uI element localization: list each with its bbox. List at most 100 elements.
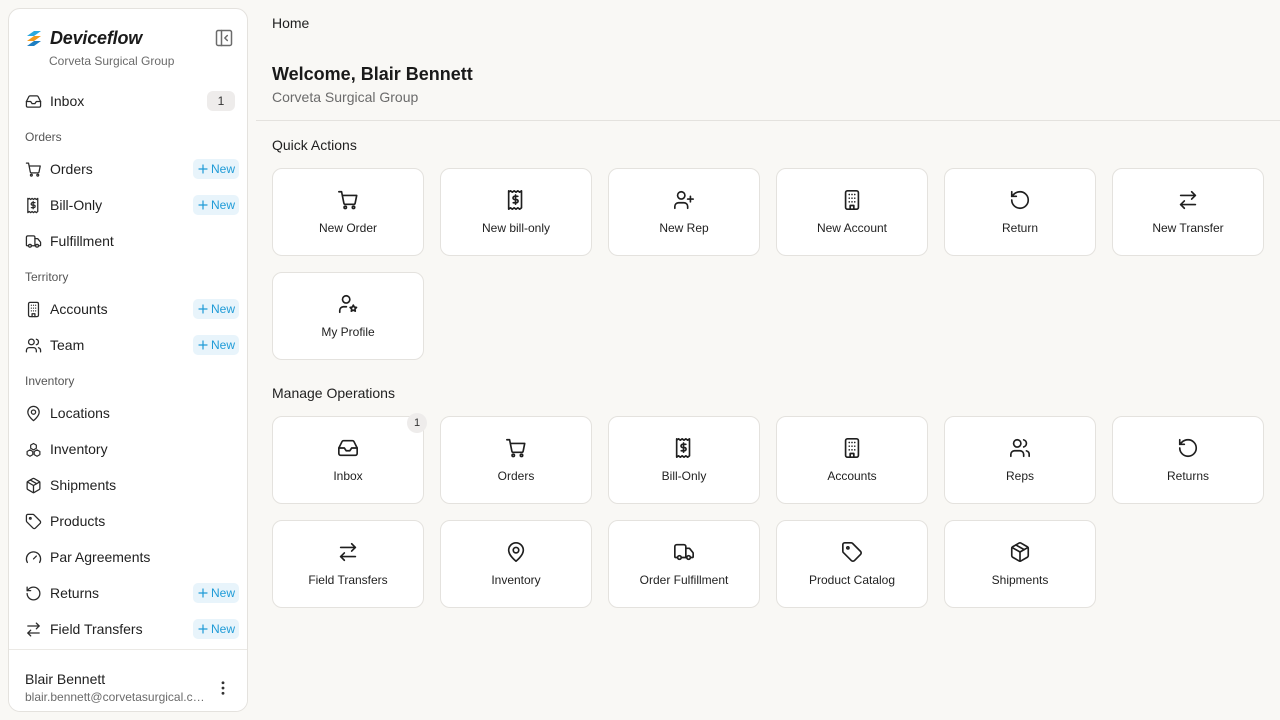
- package-icon: [1009, 541, 1031, 563]
- building-icon: [841, 189, 863, 211]
- plus-icon: [197, 587, 209, 599]
- more-vertical-icon[interactable]: [214, 679, 232, 697]
- user-name: Blair Bennett: [25, 671, 106, 687]
- manage-inventory[interactable]: Inventory: [440, 520, 592, 608]
- sidebar-item-label: Inbox: [50, 93, 85, 109]
- inbox-icon: [337, 437, 359, 459]
- new-field-transfer-button[interactable]: New: [192, 619, 239, 639]
- inbox-count-badge: 1: [207, 91, 235, 111]
- sidebar-item-fulfillment[interactable]: Fulfillment: [17, 225, 239, 257]
- rotate-ccw-icon: [1009, 189, 1031, 211]
- section-orders: Orders: [25, 130, 62, 144]
- sidebar-item-field-transfers[interactable]: Field Transfers New: [17, 613, 239, 645]
- manage-returns[interactable]: Returns: [1112, 416, 1264, 504]
- new-account-button[interactable]: New: [192, 299, 239, 319]
- boxes-icon: [25, 441, 42, 458]
- sidebar: Deviceflow Corveta Surgical Group Inbox …: [8, 8, 248, 712]
- deviceflow-logo-icon: [27, 31, 41, 46]
- manage-field-transfers[interactable]: Field Transfers: [272, 520, 424, 608]
- section-inventory: Inventory: [25, 374, 75, 388]
- building-icon: [841, 437, 863, 459]
- receipt-icon: [673, 437, 695, 459]
- new-bill-only-button[interactable]: New: [192, 195, 239, 215]
- manage-product-catalog[interactable]: Product Catalog: [776, 520, 928, 608]
- manage-operations-heading: Manage Operations: [272, 385, 395, 401]
- quick-action-new-order[interactable]: New Order: [272, 168, 424, 256]
- sidebar-item-par-agreements[interactable]: Par Agreements: [17, 541, 239, 573]
- quick-action-new-rep[interactable]: New Rep: [608, 168, 760, 256]
- users-icon: [1009, 437, 1031, 459]
- quick-action-new-bill-only[interactable]: New bill-only: [440, 168, 592, 256]
- rotate-ccw-icon: [25, 585, 42, 602]
- plus-icon: [197, 339, 209, 351]
- brand: Deviceflow: [25, 26, 142, 50]
- manage-orders[interactable]: Orders: [440, 416, 592, 504]
- sidebar-item-label: Returns: [50, 585, 100, 601]
- receipt-icon: [505, 189, 527, 211]
- sidebar-item-label: Bill-Only: [50, 197, 103, 213]
- truck-icon: [673, 541, 695, 563]
- collapse-sidebar-icon[interactable]: [214, 28, 234, 48]
- new-return-button[interactable]: New: [192, 583, 239, 603]
- sidebar-item-label: Shipments: [50, 477, 117, 493]
- manage-accounts[interactable]: Accounts: [776, 416, 928, 504]
- receipt-icon: [25, 197, 42, 214]
- sidebar-item-shipments[interactable]: Shipments: [17, 469, 239, 501]
- sidebar-item-label: Locations: [50, 405, 110, 421]
- sidebar-item-label: Team: [50, 337, 85, 353]
- manage-order-fulfillment[interactable]: Order Fulfillment: [608, 520, 760, 608]
- manage-inbox[interactable]: Inbox 1: [272, 413, 427, 504]
- app-name: Deviceflow: [50, 27, 143, 48]
- sidebar-item-locations[interactable]: Locations: [17, 397, 239, 429]
- sidebar-item-team[interactable]: Team New: [17, 329, 239, 361]
- sidebar-item-label: Accounts: [50, 301, 108, 317]
- sidebar-item-returns[interactable]: Returns New: [17, 577, 239, 609]
- rotate-ccw-icon: [1177, 437, 1199, 459]
- sidebar-item-label: Orders: [50, 161, 93, 177]
- plus-icon: [197, 163, 209, 175]
- section-territory: Territory: [25, 270, 69, 284]
- quick-action-my-profile[interactable]: My Profile: [272, 272, 424, 360]
- user-panel: Blair Bennett blair.bennett@corvetasurgi…: [9, 649, 247, 711]
- inbox-count-badge: 1: [407, 413, 427, 433]
- manage-reps[interactable]: Reps: [944, 416, 1096, 504]
- sidebar-item-label: Field Transfers: [50, 621, 143, 637]
- map-pin-icon: [25, 405, 42, 422]
- new-order-button[interactable]: New: [192, 159, 239, 179]
- sidebar-item-label: Fulfillment: [50, 233, 114, 249]
- quick-action-new-transfer[interactable]: New Transfer: [1112, 168, 1264, 256]
- plus-icon: [197, 303, 209, 315]
- sidebar-item-label: Par Agreements: [50, 549, 151, 565]
- sidebar-item-bill-only[interactable]: Bill-Only New: [17, 189, 239, 221]
- manage-bill-only[interactable]: Bill-Only: [608, 416, 760, 504]
- sidebar-item-label: Products: [50, 513, 106, 529]
- gauge-icon: [25, 549, 42, 566]
- user-plus-icon: [673, 189, 695, 211]
- quick-action-new-account[interactable]: New Account: [776, 168, 928, 256]
- plus-icon: [197, 623, 209, 635]
- building-icon: [25, 301, 42, 318]
- org-name: Corveta Surgical Group: [49, 54, 175, 68]
- quick-action-return[interactable]: Return: [944, 168, 1096, 256]
- sidebar-item-inventory[interactable]: Inventory: [17, 433, 239, 465]
- sidebar-item-products[interactable]: Products: [17, 505, 239, 537]
- sidebar-item-accounts[interactable]: Accounts New: [17, 293, 239, 325]
- quick-actions-heading: Quick Actions: [272, 137, 357, 153]
- new-team-member-button[interactable]: New: [192, 335, 239, 355]
- divider: [256, 120, 1280, 121]
- inbox-icon: [25, 93, 42, 110]
- transfer-icon: [1177, 189, 1199, 211]
- cart-icon: [505, 437, 527, 459]
- sidebar-item-inbox[interactable]: Inbox 1: [17, 85, 239, 117]
- package-icon: [25, 477, 42, 494]
- breadcrumb[interactable]: Home: [272, 15, 309, 31]
- users-icon: [25, 337, 42, 354]
- page-title: Welcome, Blair Bennett: [272, 64, 473, 84]
- user-email: blair.bennett@corvetasurgical.com: [25, 690, 209, 704]
- tag-icon: [25, 513, 42, 530]
- user-star-icon: [337, 293, 359, 315]
- truck-icon: [25, 233, 42, 250]
- sidebar-item-label: Inventory: [50, 441, 108, 457]
- sidebar-item-orders[interactable]: Orders New: [17, 153, 239, 185]
- manage-shipments[interactable]: Shipments: [944, 520, 1096, 608]
